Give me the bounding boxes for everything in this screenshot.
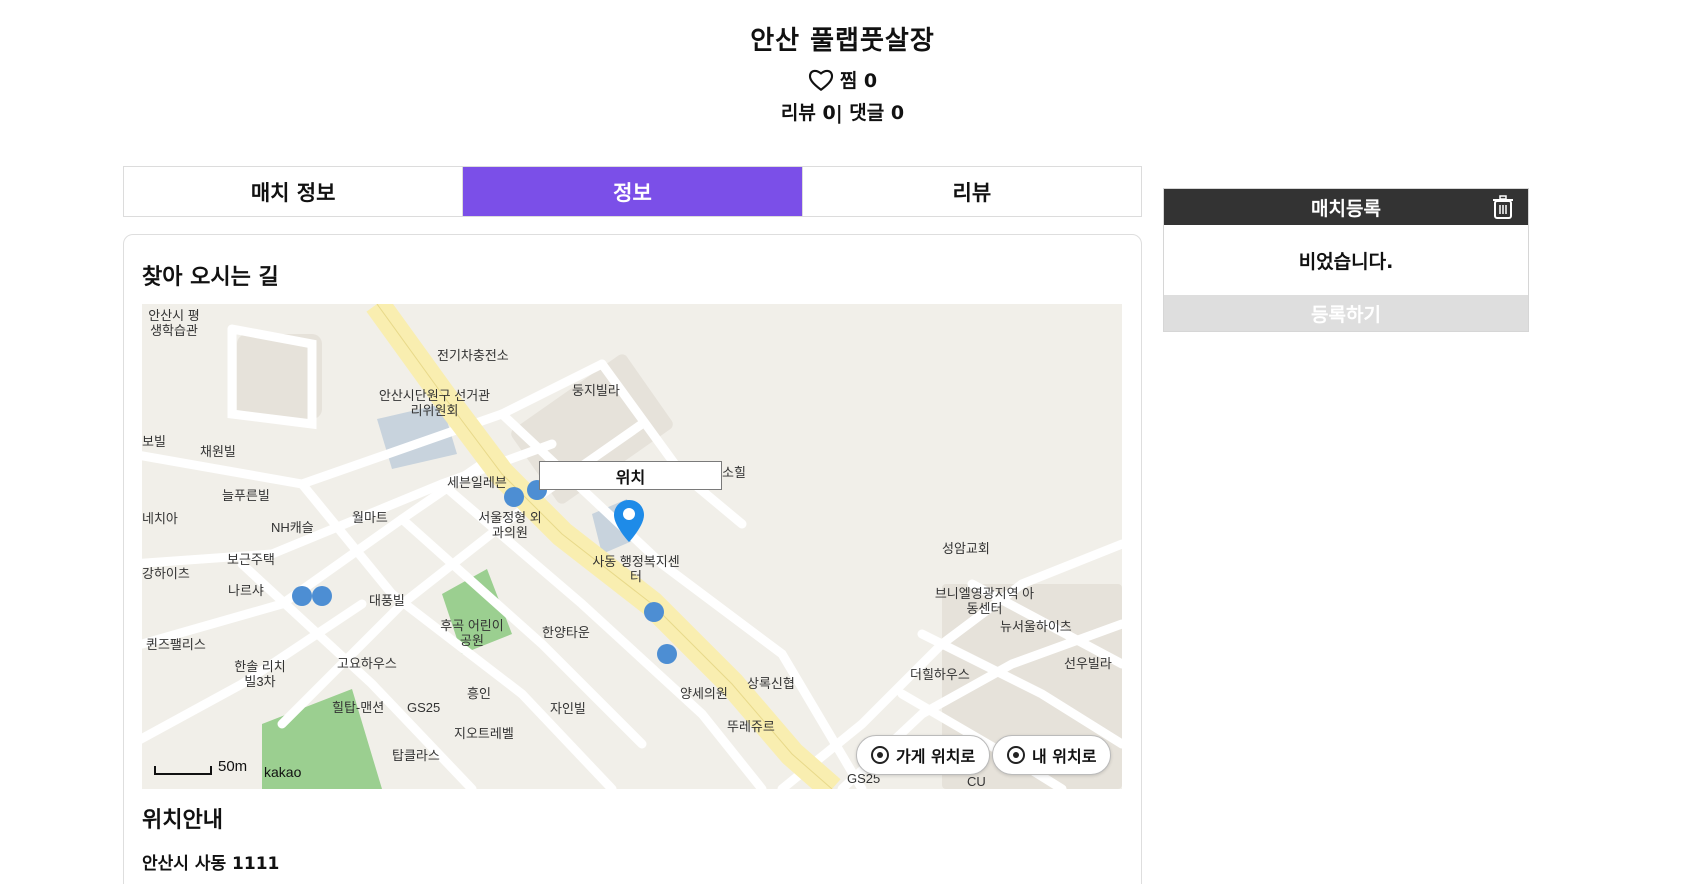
map-label: 안산시 평생학습관 <box>148 308 200 338</box>
trash-icon[interactable] <box>1492 195 1514 219</box>
info-card: 찾아 오시는 길 안산시 평생학습관 전기차충전소 둥지빌라 안산시단원구 선거… <box>123 234 1142 884</box>
store-location-label: 가게 위치로 <box>896 747 976 766</box>
match-register-panel: 매치등록 비었습니다. 등록하기 <box>1163 188 1529 332</box>
map-label: 한양타운 <box>542 625 590 640</box>
map-label: 전기차충전소 <box>437 348 509 363</box>
location-title: 위치안내 <box>142 808 223 833</box>
map-label: 서울정형 외과의원 <box>478 510 542 540</box>
map-label: 네치아 <box>142 511 178 526</box>
empty-message: 비었습니다. <box>1298 250 1394 273</box>
map-label: 퀸즈팰리스 <box>146 637 206 652</box>
map-label: 보빌 <box>142 434 166 449</box>
map-label: 사동 행정복지센터 <box>592 554 680 584</box>
scale-label: 50m <box>218 758 248 775</box>
my-location-label: 내 위치로 <box>1032 747 1097 766</box>
map-label: 한솔 리치빌3차 <box>234 659 286 689</box>
tab-bar: 매치 정보 정보 리뷰 <box>123 166 1142 217</box>
map-label: 뚜레쥬르 <box>727 719 775 734</box>
map-label: 소힐 <box>722 465 746 480</box>
tab-review[interactable]: 리뷰 <box>801 167 1141 216</box>
panel-header: 매치등록 <box>1164 189 1528 225</box>
map-pin-icon[interactable] <box>612 498 646 544</box>
map-label: 후곡 어린이공원 <box>440 618 504 648</box>
map-label: 브니엘영광지역 아동센터 <box>934 586 1035 616</box>
map-label: CU <box>967 774 986 789</box>
map-label: 탑클라스 <box>392 748 440 763</box>
map-label: 나르샤 <box>228 583 264 598</box>
map-label: 대풍빌 <box>369 593 405 608</box>
address-text: 안산시 사동 1111 <box>142 854 280 874</box>
location-callout: 위치 <box>539 461 722 490</box>
map-label: 뉴서울하이츠 <box>1000 619 1072 634</box>
map-label: 지오트레벨 <box>454 726 514 741</box>
map-label: 안산시단원구 선거관리위원회 <box>378 388 491 418</box>
map-provider-logo: kakao <box>264 764 302 780</box>
store-location-button[interactable]: 가게 위치로 <box>856 735 991 775</box>
map-label: 선우빌라 <box>1064 656 1112 671</box>
map-label: 늘푸른빌 <box>222 488 270 503</box>
heart-icon[interactable] <box>808 68 834 92</box>
register-button[interactable]: 등록하기 <box>1164 295 1528 331</box>
tab-match-info[interactable]: 매치 정보 <box>124 167 463 216</box>
review-summary: 리뷰 0| 댓글 0 <box>780 102 905 124</box>
map-label: 상록신협 <box>747 676 795 691</box>
map-label: 자인빌 <box>550 701 586 716</box>
map-label: 둥지빌라 <box>572 383 620 398</box>
page-title: 안산 풀랩풋살장 <box>750 26 935 56</box>
map-label: 보근주택 <box>227 552 275 567</box>
like-row[interactable]: 찜 0 <box>0 66 1685 93</box>
map-label: 월마트 <box>352 510 388 525</box>
panel-title: 매치등록 <box>1311 197 1381 220</box>
like-count: 찜 0 <box>839 70 878 92</box>
target-icon <box>1007 746 1025 764</box>
map-label: 고요하우스 <box>337 656 397 671</box>
map-label: GS25 <box>407 700 441 715</box>
map-label: NH캐슬 <box>271 520 314 535</box>
directions-title: 찾아 오시는 길 <box>142 265 279 290</box>
map-label: 흥인 <box>467 686 491 701</box>
map-label: 힐탑-맨션 <box>332 700 385 715</box>
my-location-button[interactable]: 내 위치로 <box>992 735 1112 775</box>
map-scale: 50m <box>154 758 247 775</box>
map-label: 양세의원 <box>680 686 728 701</box>
map-label: 세븐일레븐 <box>447 475 507 490</box>
map-label: 강하이츠 <box>142 566 190 581</box>
tab-info[interactable]: 정보 <box>462 167 802 216</box>
target-icon <box>871 746 889 764</box>
map-label: 더힐하우스 <box>910 667 970 682</box>
map[interactable]: 안산시 평생학습관 전기차충전소 둥지빌라 안산시단원구 선거관리위원회 보빌 … <box>142 304 1122 789</box>
map-label: 채원빌 <box>200 444 236 459</box>
scale-bar <box>154 766 212 775</box>
map-label: 성암교회 <box>942 541 990 556</box>
